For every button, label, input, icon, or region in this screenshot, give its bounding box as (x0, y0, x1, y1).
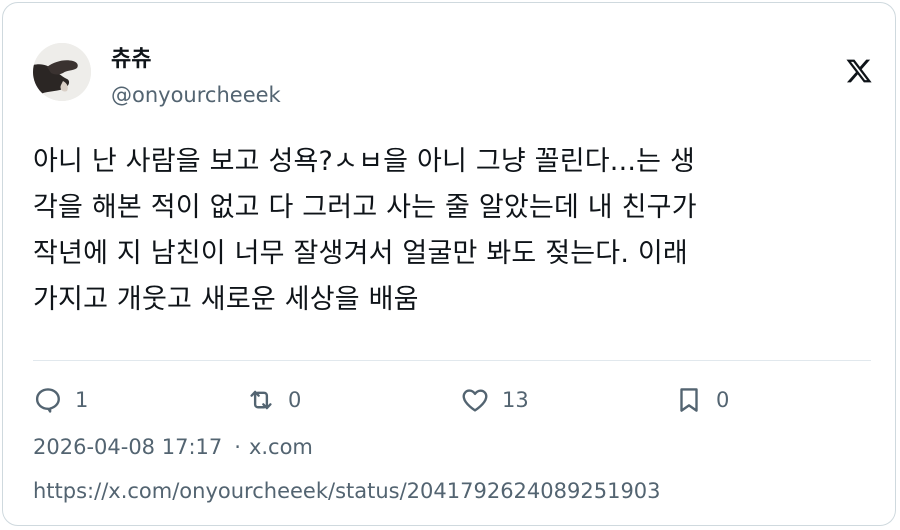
tweet-meta: 2026-04-08 17:17 · x.com (33, 435, 313, 459)
avatar-image (33, 43, 91, 101)
like-button[interactable]: 13 (460, 383, 529, 417)
bookmark-icon (680, 388, 698, 412)
heart-icon (462, 389, 488, 412)
author-display-name[interactable]: 츄츄 (111, 41, 151, 73)
speech-bubble-icon (35, 388, 60, 413)
bookmark-count: 0 (716, 388, 730, 412)
tweet-card: 츄츄 @onyourcheeek 아니 난 사람을 보고 성욕?ㅅㅂ을 아니 그… (2, 2, 896, 526)
bookmark-button[interactable]: 0 (674, 383, 729, 417)
tweet-permalink[interactable]: https://x.com/onyourcheeek/status/204179… (33, 479, 661, 503)
source-label: x.com (248, 435, 313, 459)
retweet-count: 0 (288, 388, 302, 412)
reply-count: 1 (75, 388, 89, 412)
author-handle[interactable]: @onyourcheeek (111, 83, 281, 107)
avatar[interactable] (33, 43, 91, 101)
reply-button[interactable]: 1 (33, 383, 88, 417)
retweet-button[interactable]: 0 (246, 383, 301, 417)
divider (33, 360, 871, 361)
tweet-text: 아니 난 사람을 보고 성욕?ㅅㅂ을 아니 그냥 꼴린다...는 생 각을 해본… (33, 146, 697, 315)
retweet-arrows-icon (250, 390, 272, 410)
timestamp[interactable]: 2026-04-08 17:17 (33, 435, 222, 459)
like-count: 13 (502, 388, 529, 412)
x-logo-icon[interactable] (845, 57, 873, 85)
meta-separator: · (234, 435, 241, 459)
